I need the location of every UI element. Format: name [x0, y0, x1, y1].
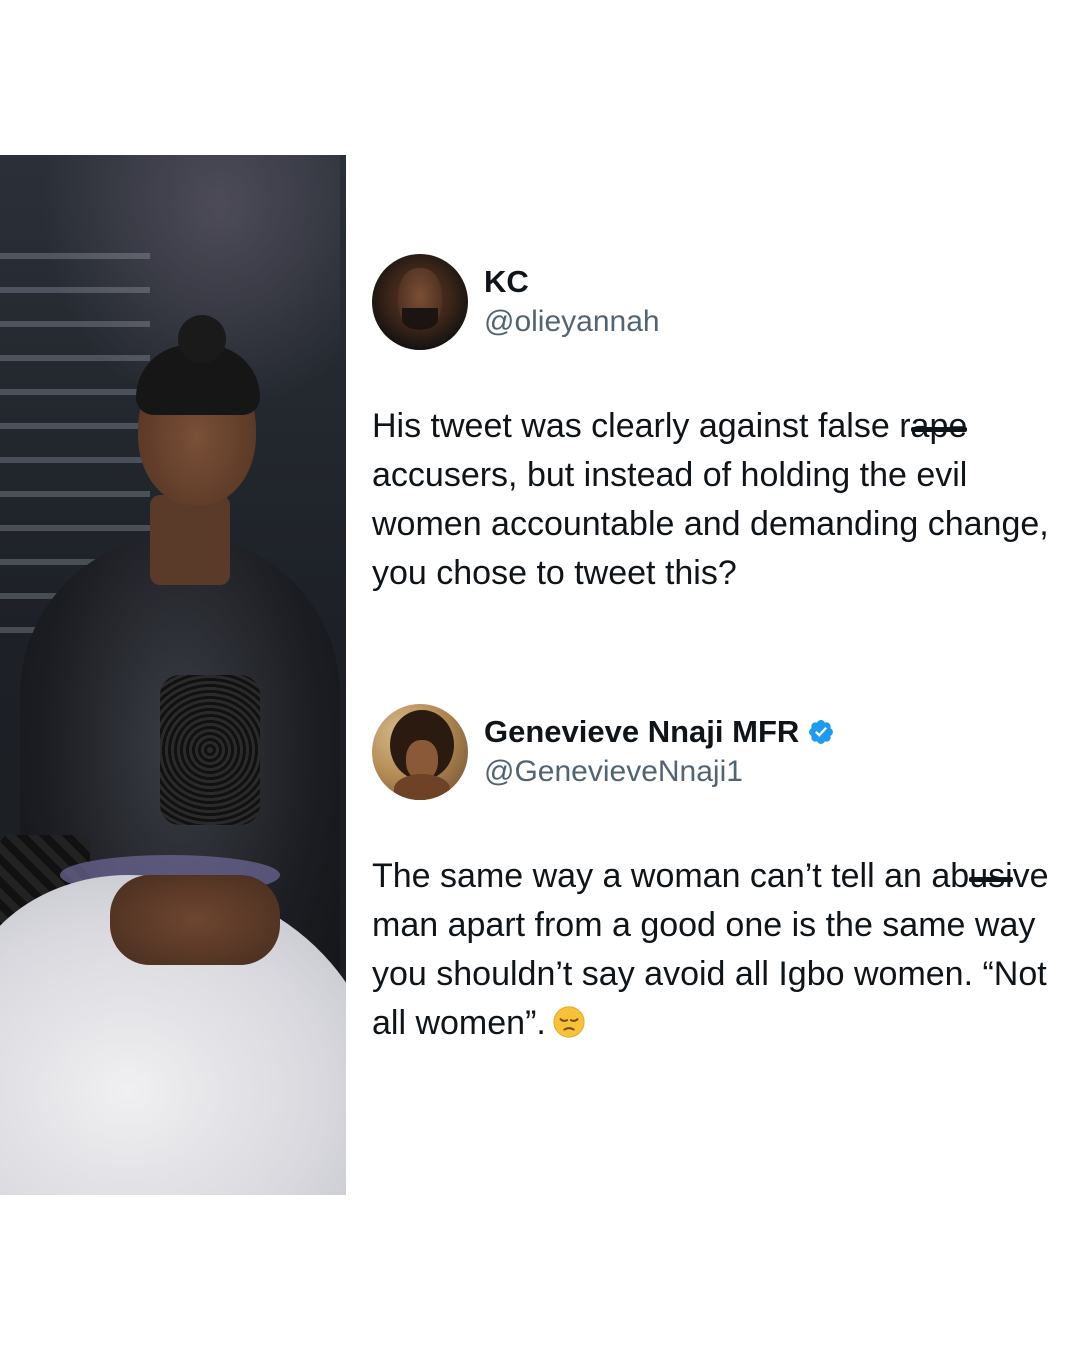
tweet-card-genevieve: Genevieve Nnaji MFR @GenevieveNnaji1 The… — [372, 702, 1062, 1048]
photo-figure-lace-top — [160, 675, 260, 825]
struck-text: ape — [910, 407, 968, 445]
tweet-text-part: The same way a woman can’t tell an ab — [372, 857, 970, 895]
display-name[interactable]: KC — [484, 262, 660, 302]
avatar-beard — [402, 308, 438, 330]
struck-text: usi — [969, 857, 1013, 895]
tweet-card-kc: KC @olieyannah His tweet was clearly aga… — [372, 252, 1062, 598]
verified-badge-icon — [809, 720, 834, 744]
tweet-author: Genevieve Nnaji MFR @GenevieveNnaji1 — [484, 712, 835, 792]
pensive-face-emoji-icon — [553, 1006, 585, 1038]
handle[interactable]: @olieyannah — [484, 302, 660, 342]
tweet-text: His tweet was clearly against false rape… — [372, 402, 1062, 598]
photo-figure-hair-bun — [178, 315, 226, 363]
tweet-header: KC @olieyannah — [372, 252, 1062, 352]
tweet-text-part: accusers, but instead of holding the evi… — [372, 456, 1049, 592]
avatar[interactable] — [372, 704, 468, 800]
handle[interactable]: @GenevieveNnaji1 — [484, 752, 835, 792]
photo-figure-neck — [150, 495, 230, 585]
avatar-shoulders — [394, 774, 450, 800]
tweet-header: Genevieve Nnaji MFR @GenevieveNnaji1 — [372, 702, 1062, 802]
tweet-author: KC @olieyannah — [484, 262, 660, 342]
display-name[interactable]: Genevieve Nnaji MFR — [484, 712, 835, 752]
tweet-text-part: His tweet was clearly against false r — [372, 407, 911, 445]
photo-figure-hands — [110, 875, 280, 965]
avatar[interactable] — [372, 254, 468, 350]
display-name-text: KC — [484, 264, 529, 299]
display-name-text: Genevieve Nnaji MFR — [484, 714, 800, 749]
photo-panel — [0, 155, 346, 1195]
tweet-text: The same way a woman can’t tell an abusi… — [372, 852, 1062, 1048]
